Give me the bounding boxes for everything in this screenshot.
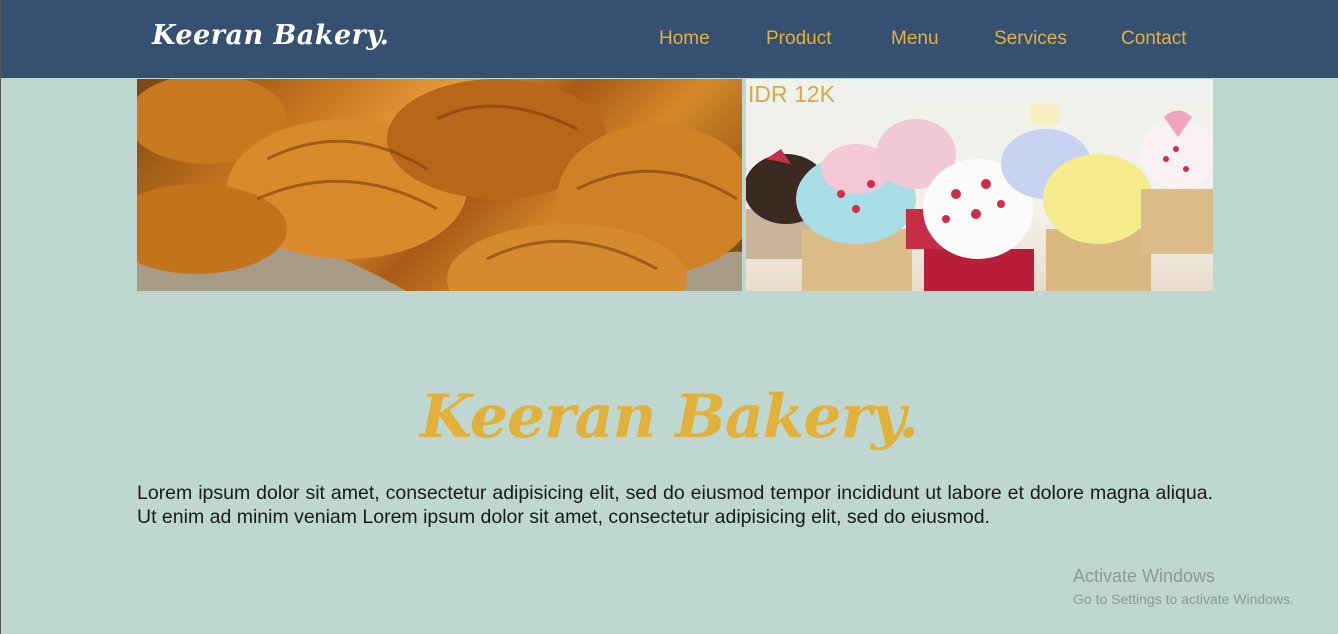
hero-title: Keeran Bakery.	[420, 382, 919, 452]
watermark-title: Activate Windows	[1073, 566, 1216, 586]
brand-logo[interactable]: Keeran Bakery.	[152, 20, 389, 51]
nav-services[interactable]: Services	[994, 28, 1067, 50]
window-border	[0, 0, 1, 634]
nav-menu[interactable]: Menu	[891, 28, 939, 50]
nav-contact[interactable]: Contact	[1121, 28, 1186, 50]
cupcakes-image: IDR 12K	[746, 79, 1213, 291]
hero-description: Lorem ipsum dolor sit amet, consectetur …	[137, 482, 1213, 528]
watermark-subtitle: Go to Settings to activate Windows.	[1073, 591, 1294, 607]
price-tag: IDR 12K	[748, 81, 835, 107]
navbar: Keeran Bakery. Home Product Menu Service…	[1, 0, 1338, 78]
croissant-image	[137, 79, 742, 291]
nav-product[interactable]: Product	[766, 28, 831, 50]
cupcakes-illustration	[746, 103, 1213, 291]
activate-windows-watermark: Activate Windows Go to Settings to activ…	[1073, 566, 1294, 607]
nav-home[interactable]: Home	[659, 28, 710, 50]
croissant-illustration	[137, 79, 742, 291]
